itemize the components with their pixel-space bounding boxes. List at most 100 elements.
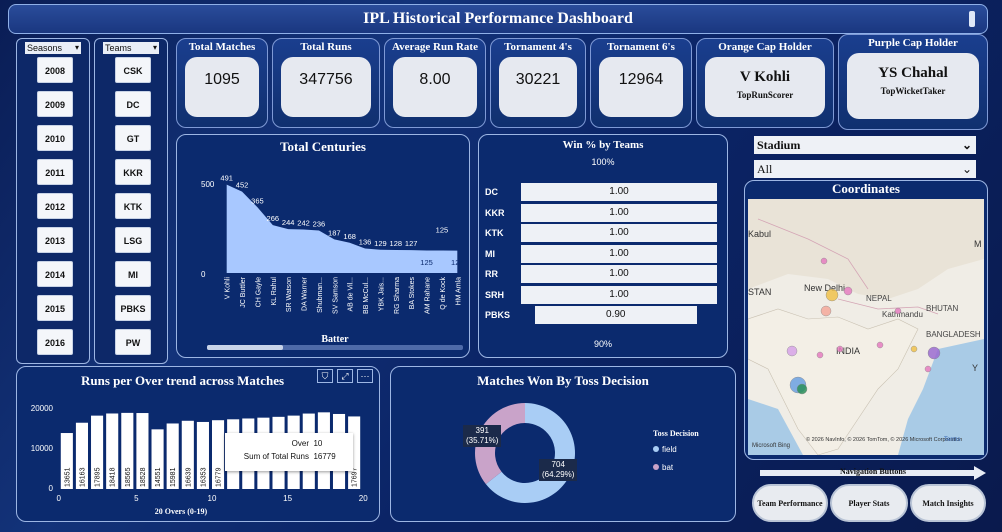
nav-arrow: Navigation Buttons <box>760 466 986 480</box>
season-button-2014[interactable]: 2014 <box>37 261 73 287</box>
tooltip-key: Sum of Total Runs <box>243 452 309 461</box>
scrollbar-handle[interactable] <box>969 11 975 27</box>
seasons-header: Seasons <box>27 43 63 53</box>
y-tick-label: 10000 <box>31 444 54 453</box>
kpi-label: Orange Cap Holder <box>718 41 812 53</box>
map-marker[interactable] <box>910 345 918 353</box>
legend-title: Toss Decision <box>653 429 699 438</box>
win-bar: 1.00 <box>521 183 717 201</box>
field-value: 704 <box>551 460 565 469</box>
team-button-mi[interactable]: MI <box>115 261 151 287</box>
map[interactable]: Kabul New Delhi NEPAL Kathmandu BHUTAN B… <box>748 199 984 455</box>
data-label: 129 <box>374 239 387 248</box>
y-tick-label: 20000 <box>31 404 54 413</box>
map-marker[interactable] <box>786 345 798 357</box>
map-label: M <box>974 239 982 249</box>
win-row: RR 1.00 <box>479 265 739 285</box>
team-button-gt[interactable]: GT <box>115 125 151 151</box>
player-stats-button[interactable]: Player Stats <box>830 484 908 522</box>
map-label: Kabul <box>748 229 771 239</box>
season-button-2009[interactable]: 2009 <box>37 91 73 117</box>
kpi-label: Total Runs <box>300 41 352 53</box>
map-marker[interactable] <box>825 288 839 302</box>
map-marker[interactable] <box>894 307 902 315</box>
season-button-2008[interactable]: 2008 <box>37 57 73 83</box>
bat-value: 391 <box>475 426 489 435</box>
season-button-2016[interactable]: 2016 <box>37 329 73 355</box>
x-tick-label: 0 <box>57 494 62 503</box>
season-button-2010[interactable]: 2010 <box>37 125 73 151</box>
bar-value-label: 17895 <box>95 467 102 487</box>
y-tick-label: 500 <box>201 180 215 189</box>
map-label: BHUTAN <box>926 304 959 313</box>
map-label: New Delhi <box>804 283 845 293</box>
map-marker[interactable] <box>820 305 832 317</box>
stadium-dropdown[interactable]: Stadium ⌄ <box>754 136 976 154</box>
map-marker[interactable] <box>820 257 828 265</box>
chevron-down-icon: ▾ <box>74 43 79 52</box>
bar-value-label: 16639 <box>185 467 192 487</box>
bar-value-label: 14551 <box>155 467 162 487</box>
map-label: Kathmandu <box>882 310 923 319</box>
team-button-ktk[interactable]: KTK <box>115 193 151 219</box>
teams-dropdown[interactable]: Teams ▾ <box>103 42 159 54</box>
win-bar: 1.00 <box>521 203 717 222</box>
runs-per-over-panel: Runs per Over trend across Matches ⛉ ⤢ ⋯… <box>16 366 380 522</box>
seasons-dropdown[interactable]: Seasons ▾ <box>25 42 81 54</box>
team-button-dc[interactable]: DC <box>115 91 151 117</box>
team-button-lsg[interactable]: LSG <box>115 227 151 253</box>
kpi-label: Average Run Rate <box>392 41 478 53</box>
x-tick-label: Q de Kock <box>440 277 447 310</box>
x-tick-label: V Kohli <box>225 277 232 300</box>
season-button-2012[interactable]: 2012 <box>37 193 73 219</box>
map-marker[interactable] <box>836 345 844 353</box>
map-brand: Microsoft Bing <box>752 443 790 449</box>
match-insights-button[interactable]: Match Insights <box>910 484 986 522</box>
team-button-kkr[interactable]: KKR <box>115 159 151 185</box>
scrollbar-thumb[interactable] <box>207 345 283 350</box>
season-button-2013[interactable]: 2013 <box>37 227 73 253</box>
tooltip-value: 10 <box>313 439 323 448</box>
toss-donut-chart <box>475 403 575 503</box>
season-button-2015[interactable]: 2015 <box>37 295 73 321</box>
map-marker[interactable] <box>843 286 853 296</box>
teams-header: Teams <box>105 43 132 53</box>
win-row: KTK 1.00 <box>479 224 739 244</box>
kpi-label: Purple Cap Holder <box>868 37 958 49</box>
win-team-label: MI <box>485 248 495 259</box>
kpi-total-runs: Total Runs 347756 <box>272 38 380 128</box>
field-pct: (64.29%) <box>542 470 575 479</box>
x-tick-label: HM Amla <box>455 277 462 306</box>
team-button-pbks[interactable]: PBKS <box>115 295 151 321</box>
win-team-label: SRH <box>485 289 505 300</box>
data-label: 242 <box>297 218 310 227</box>
kpi-purple-cap: Purple Cap Holder YS Chahal TopWicketTake… <box>838 34 988 130</box>
kpi-tournament-fours: Tornament 4's 30221 <box>490 38 586 128</box>
bar-value-label: 18528 <box>140 467 147 487</box>
map-label: NEPAL <box>866 294 892 303</box>
teams-slicer: Teams ▾ CSK DC GT KKR KTK LSG MI PBKS PW <box>94 38 168 364</box>
kpi-average-run-rate: Average Run Rate 8.00 <box>384 38 486 128</box>
map-marker[interactable] <box>816 351 824 359</box>
team-button-csk[interactable]: CSK <box>115 57 151 83</box>
win-row: DC 1.00 <box>479 183 739 203</box>
legend-label: bat <box>662 463 674 472</box>
map-marker[interactable] <box>924 365 932 373</box>
data-label: 125 <box>420 258 433 267</box>
team-performance-button[interactable]: Team Performance <box>752 484 828 522</box>
field-data-label: 704 (64.29%) <box>539 459 578 481</box>
map-marker[interactable] <box>927 346 941 360</box>
coordinates-panel: Coordinates Kabul New Delhi NEPAL Kathma… <box>744 180 988 460</box>
x-tick-label: JC Buttler <box>240 276 247 307</box>
map-marker[interactable] <box>796 383 808 395</box>
team-button-pw[interactable]: PW <box>115 329 151 355</box>
season-button-2011[interactable]: 2011 <box>37 159 73 185</box>
map-marker[interactable] <box>876 341 884 349</box>
map-label: Y <box>972 363 978 373</box>
map-terms-link[interactable]: Terms <box>944 437 960 443</box>
stadium-select[interactable]: All ⌄ <box>754 160 976 178</box>
tooltip-value: 16779 <box>313 452 336 461</box>
data-label: 452 <box>236 181 249 190</box>
win-team-label: DC <box>485 187 498 197</box>
win-team-label: RR <box>485 269 498 279</box>
